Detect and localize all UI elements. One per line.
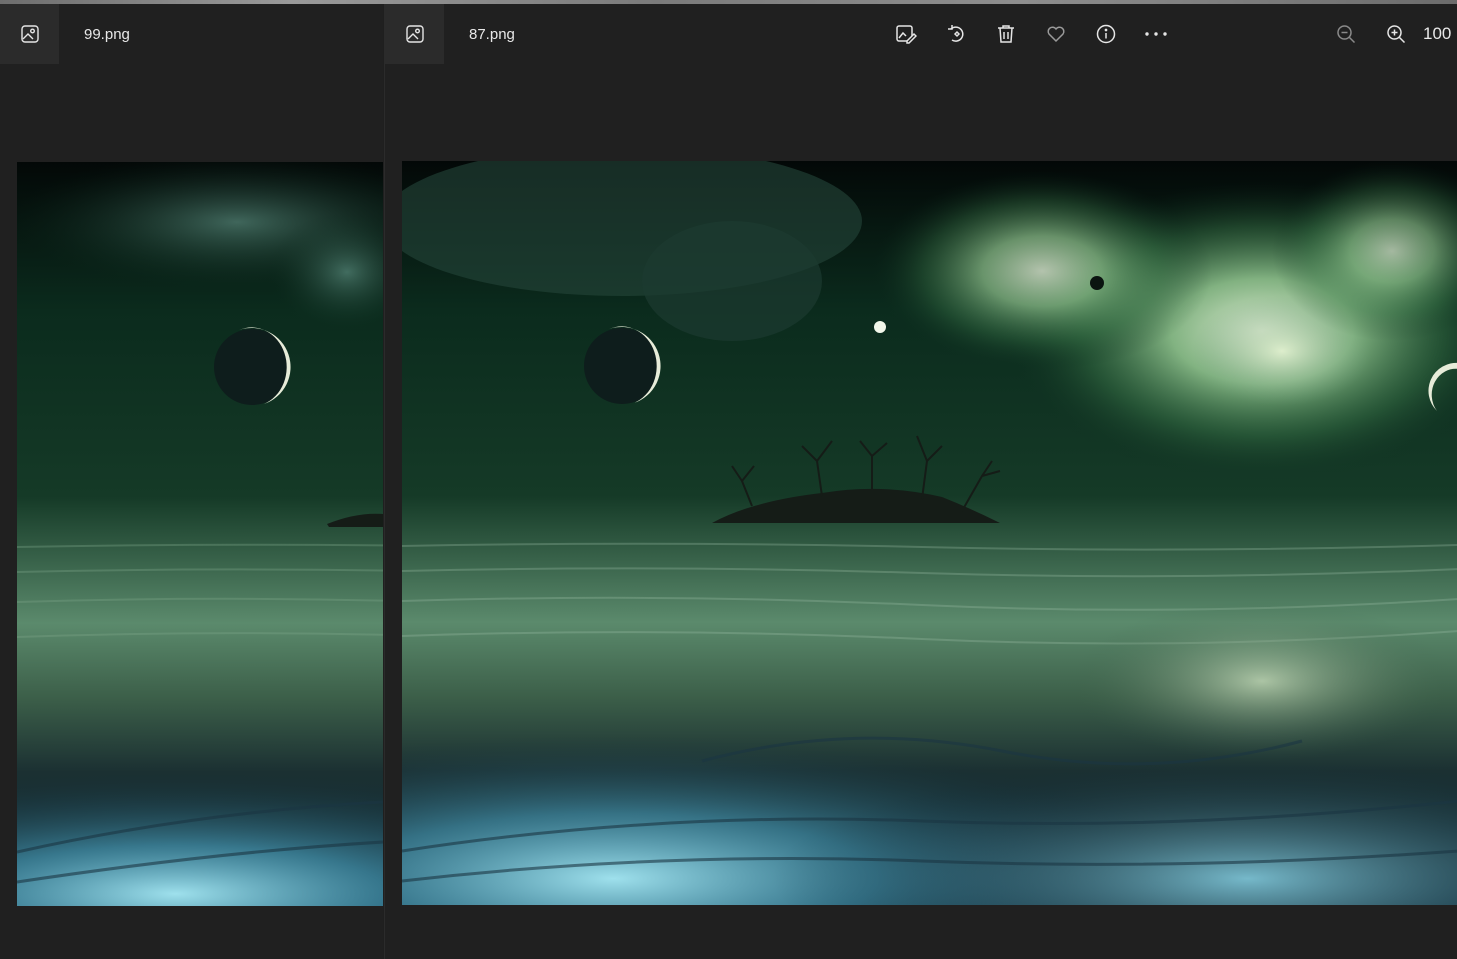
more-options-button[interactable] [1131,14,1181,54]
file-name: 87.png [469,25,515,43]
zoom-level[interactable]: 100 [1423,24,1451,44]
image-toolbar [881,14,1181,54]
photos-app-button[interactable] [385,4,444,64]
photo-icon [405,25,424,43]
info-icon [1096,24,1116,44]
rotate-icon [948,25,964,42]
zoom-in-icon [1387,25,1406,44]
more-options-icon [1145,32,1167,36]
favorite-heart-icon [1047,26,1065,43]
photo-image [17,162,383,906]
rotate-button[interactable] [931,14,981,54]
zoom-in-button[interactable] [1371,14,1421,54]
edit-image-icon [896,25,917,44]
desktop-screen: 99.png 87.png 100 [0,0,1457,959]
favorite-button[interactable] [1031,14,1081,54]
photos-app-button[interactable] [0,4,59,64]
photo-display[interactable] [402,161,1457,905]
photo-icon [20,25,39,43]
title-bar[interactable]: 99.png [0,4,383,64]
info-button[interactable] [1081,14,1131,54]
photo-image [402,161,1457,905]
edit-image-button[interactable] [881,14,931,54]
delete-icon [998,25,1014,43]
zoom-out-button[interactable] [1321,14,1371,54]
delete-button[interactable] [981,14,1031,54]
zoom-out-icon [1337,25,1356,44]
file-name: 99.png [84,25,130,43]
photos-window-87[interactable]: 87.png 100 [384,4,1457,959]
photo-display[interactable] [17,162,383,906]
zoom-controls: 100 [1321,14,1451,54]
photos-window-99[interactable]: 99.png [0,4,383,959]
